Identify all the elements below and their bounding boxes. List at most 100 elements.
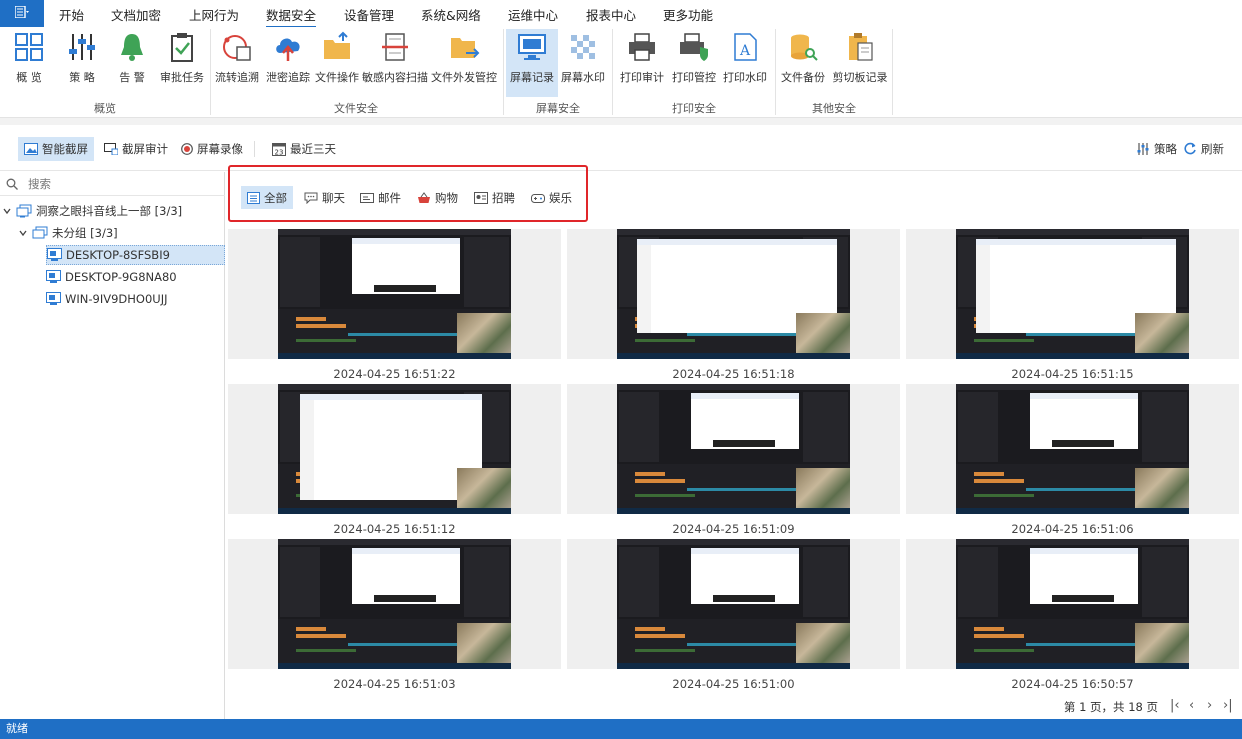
mail-icon bbox=[360, 192, 374, 204]
refresh-button[interactable]: 刷新 bbox=[1177, 137, 1230, 161]
group-divider bbox=[503, 29, 504, 115]
screenshot-thumbnail[interactable] bbox=[278, 229, 511, 359]
status-text: 就绪 bbox=[6, 722, 28, 735]
tree-device-2[interactable]: DESKTOP-9G8NA80 bbox=[46, 267, 177, 287]
screen-video-label: 屏幕录像 bbox=[197, 142, 243, 156]
tree-group-label: 未分组 [3/3] bbox=[52, 226, 118, 240]
next-page-icon[interactable]: › bbox=[1207, 698, 1212, 713]
id-card-icon bbox=[474, 191, 488, 204]
screen-watermark-button[interactable]: 屏幕水印 bbox=[560, 29, 606, 97]
file-operation-label: 文件操作 bbox=[315, 71, 359, 84]
menu-web-behavior[interactable]: 上网行为 bbox=[189, 5, 239, 24]
file-outbound-control-button[interactable]: 文件外发管控 bbox=[431, 29, 497, 97]
tree-root-label: 洞察之眼抖音线上一部 [3/3] bbox=[36, 204, 183, 218]
overview-button[interactable]: 概 览 bbox=[8, 29, 50, 97]
screenshot-thumbnail[interactable] bbox=[956, 384, 1189, 514]
toolbar: 智能截屏 截屏审计 屏幕录像 23 最近三天 策略 刷新 bbox=[0, 125, 1242, 171]
first-page-icon[interactable]: |‹ bbox=[1170, 698, 1180, 713]
screenshot-card[interactable]: 2024-04-25 16:51:03 bbox=[228, 539, 561, 694]
screenshot-card[interactable]: 2024-04-25 16:51:06 bbox=[906, 384, 1239, 539]
group-divider bbox=[775, 29, 776, 115]
app-menu-button[interactable] bbox=[0, 0, 44, 27]
group-divider bbox=[210, 29, 211, 115]
menu-report-center[interactable]: 报表中心 bbox=[586, 5, 636, 24]
file-backup-label: 文件备份 bbox=[781, 71, 825, 84]
computer-icon bbox=[47, 248, 62, 262]
screenshot-audit-button[interactable]: 截屏审计 bbox=[98, 137, 174, 161]
tree-device-label: DESKTOP-9G8NA80 bbox=[65, 270, 177, 284]
menu-data-security[interactable]: 数据安全 bbox=[266, 5, 317, 28]
tree-device-label: WIN-9IV9DHO0UJJ bbox=[65, 292, 168, 306]
screenshot-thumbnail[interactable] bbox=[278, 539, 511, 669]
screenshot-thumbnail[interactable] bbox=[617, 229, 850, 359]
screenshot-thumbnail[interactable] bbox=[617, 384, 850, 514]
group-label-screen-security: 屏幕安全 bbox=[536, 102, 580, 115]
database-search-icon bbox=[791, 34, 818, 61]
folder-send-icon bbox=[451, 38, 480, 58]
printer-icon bbox=[629, 33, 655, 61]
flow-trace-button[interactable]: 流转追溯 bbox=[214, 29, 260, 97]
leak-track-button[interactable]: 泄密追踪 bbox=[265, 29, 311, 97]
document-a-icon: A bbox=[734, 33, 757, 61]
filter-all[interactable]: 全部 bbox=[241, 186, 293, 209]
tree-device-3[interactable]: WIN-9IV9DHO0UJJ bbox=[46, 289, 167, 309]
search-input[interactable] bbox=[28, 176, 208, 191]
screenshot-thumbnail[interactable] bbox=[278, 384, 511, 514]
filter-recruit-label: 招聘 bbox=[492, 190, 515, 205]
screen-video-button[interactable]: 屏幕录像 bbox=[175, 137, 249, 161]
print-audit-label: 打印审计 bbox=[620, 71, 664, 84]
smart-screen-label: 智能截屏 bbox=[42, 142, 88, 156]
screenshot-thumbnail[interactable] bbox=[956, 539, 1189, 669]
screenshot-card[interactable]: 2024-04-25 16:50:57 bbox=[906, 539, 1239, 694]
menu-start[interactable]: 开始 bbox=[59, 5, 84, 24]
menu-device-mgmt[interactable]: 设备管理 bbox=[344, 5, 394, 24]
network-icon bbox=[16, 204, 32, 218]
screenshot-thumbnail[interactable] bbox=[617, 539, 850, 669]
file-operation-button[interactable]: 文件操作 bbox=[315, 29, 359, 97]
print-control-button[interactable]: 打印管控 bbox=[670, 29, 718, 97]
screenshot-card[interactable]: 2024-04-25 16:51:15 bbox=[906, 229, 1239, 384]
filter-shopping[interactable]: 购物 bbox=[411, 186, 464, 209]
clipboard-record-button[interactable]: 剪切板记录 bbox=[832, 29, 888, 97]
group-icon bbox=[32, 226, 48, 240]
filter-mail[interactable]: 邮件 bbox=[354, 186, 407, 209]
approval-task-button[interactable]: 审批任务 bbox=[158, 29, 206, 97]
screenshot-card[interactable]: 2024-04-25 16:51:22 bbox=[228, 229, 561, 384]
file-backup-button[interactable]: 文件备份 bbox=[779, 29, 827, 97]
menu-doc-encrypt[interactable]: 文档加密 bbox=[111, 5, 161, 24]
menu-ops-center[interactable]: 运维中心 bbox=[508, 5, 558, 24]
print-control-label: 打印管控 bbox=[672, 71, 716, 84]
leak-track-label: 泄密追踪 bbox=[266, 71, 310, 84]
tree-node-group[interactable]: 未分组 [3/3] bbox=[18, 223, 118, 243]
status-bar: 就绪 bbox=[0, 719, 1242, 739]
last-page-icon[interactable]: ›| bbox=[1223, 698, 1233, 713]
tree-device-1[interactable]: DESKTOP-8SFSBI9 bbox=[46, 245, 225, 265]
alert-button[interactable]: 告 警 bbox=[112, 29, 152, 97]
screen-record-button[interactable]: 屏幕记录 bbox=[506, 29, 558, 97]
screenshot-card[interactable]: 2024-04-25 16:51:00 bbox=[567, 539, 900, 694]
screenshot-timestamp: 2024-04-25 16:51:00 bbox=[672, 677, 795, 691]
policy-ribbon-button[interactable]: 策 略 bbox=[62, 29, 102, 97]
device-tree-panel: 洞察之眼抖音线上一部 [3/3] 未分组 [3/3] DESKTOP-8SFSB… bbox=[0, 172, 225, 719]
smart-screen-button[interactable]: 智能截屏 bbox=[18, 137, 94, 161]
group-label-file-security: 文件安全 bbox=[334, 102, 378, 115]
policy-button[interactable]: 策略 bbox=[1130, 137, 1183, 161]
filter-entertainment[interactable]: 娱乐 bbox=[525, 186, 578, 209]
screenshot-card[interactable]: 2024-04-25 16:51:09 bbox=[567, 384, 900, 539]
print-audit-button[interactable]: 打印审计 bbox=[618, 29, 666, 97]
screenshot-card[interactable]: 2024-04-25 16:51:12 bbox=[228, 384, 561, 539]
date-range-button[interactable]: 23 最近三天 bbox=[266, 137, 342, 161]
sensitive-scan-button[interactable]: 敏感内容扫描 bbox=[362, 29, 428, 97]
print-watermark-button[interactable]: A 打印水印 bbox=[722, 29, 768, 97]
sliders-icon bbox=[69, 34, 95, 60]
screenshot-card[interactable]: 2024-04-25 16:51:18 bbox=[567, 229, 900, 384]
prev-page-icon[interactable]: ‹ bbox=[1189, 698, 1194, 713]
group-label-overview: 概览 bbox=[94, 102, 116, 115]
tree-node-root[interactable]: 洞察之眼抖音线上一部 [3/3] bbox=[2, 201, 182, 221]
menu-more[interactable]: 更多功能 bbox=[663, 5, 713, 24]
filter-recruit[interactable]: 招聘 bbox=[468, 186, 521, 209]
menu-system-network[interactable]: 系统&网络 bbox=[421, 5, 481, 24]
image-icon bbox=[24, 143, 38, 155]
screenshot-thumbnail[interactable] bbox=[956, 229, 1189, 359]
filter-chat[interactable]: 聊天 bbox=[298, 186, 351, 209]
